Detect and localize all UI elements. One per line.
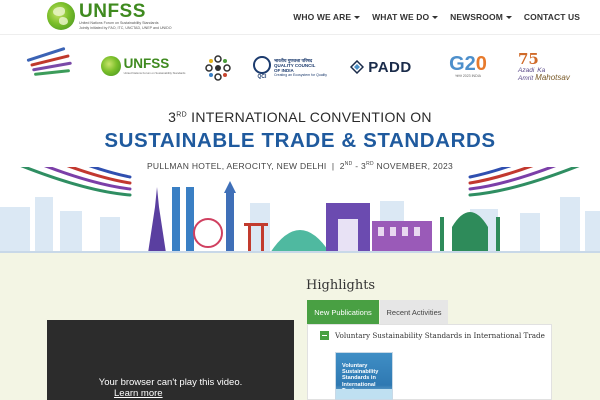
partner-unfss-title: UNFSS [123, 56, 170, 71]
highlights-panel: Voluntary Sustainability Standards in In… [307, 324, 552, 400]
banner-heading-line2: SUSTAINABLE TRADE & STANDARDS [104, 129, 496, 152]
convention-swirl-logo [24, 46, 76, 79]
azadi-number: 75 [518, 49, 539, 68]
padd-mark-icon [350, 60, 365, 74]
nav-newsroom[interactable]: NEWSROOM [444, 12, 518, 22]
padd-text: PADD [368, 58, 412, 76]
tab-new-publications[interactable]: New Publications [307, 300, 379, 324]
network-flower-logo [205, 55, 231, 81]
nav-what-we-do[interactable]: WHAT WE DO [366, 12, 444, 22]
nav-label: NEWSROOM [450, 12, 503, 22]
video-player[interactable]: Your browser can't play this video. Lear… [47, 320, 294, 400]
banner-date-sup1: ND [344, 161, 353, 168]
partner-unfss-sub: United Nations Forum on Sustainability S… [123, 71, 186, 75]
content-section: Your browser can't play this video. Lear… [0, 253, 600, 400]
banner-venue: PULLMAN HOTEL, AEROCITY, NEW DELHI | [146, 161, 340, 171]
unfss-partner-logo: UNFSS United Nations Forum on Sustainabi… [100, 53, 186, 79]
highlights-title: Highlights [306, 278, 376, 293]
nav-who-we-are[interactable]: WHO WE ARE [287, 12, 366, 22]
azadi-word: Azadi [518, 66, 535, 74]
banner-date-rest: NOVEMBER, 2023 [373, 161, 454, 171]
chevron-down-icon [354, 15, 361, 19]
banner-line1-text: INTERNATIONAL CONVENTION ON [186, 109, 432, 125]
logo-subtitle: United Nations Forum on Sustainability S… [79, 21, 159, 25]
cover-bottom-band [336, 389, 392, 399]
logo-title: UNFSS [79, 1, 146, 22]
logo-tagline: Jointly initiated by FAO, ITC, UNCTAD, U… [79, 25, 172, 30]
qci-mark-icon [252, 56, 271, 74]
publication-accordion-header[interactable]: Voluntary Sustainability Standards in In… [320, 331, 545, 340]
globe-icon [100, 56, 121, 76]
banner-date-sep: - 3 [352, 161, 367, 171]
qci-abbr: QCI [257, 74, 267, 80]
logo-text: UNFSS United Nations Forum on Sustainabi… [79, 2, 172, 30]
banner-skyline-illustration [0, 167, 600, 253]
main-nav: WHO WE ARE WHAT WE DO NEWSROOM CONTACT U… [287, 0, 586, 34]
site-header: UNFSS United Nations Forum on Sustainabi… [0, 0, 600, 34]
video-learn-more-link[interactable]: Learn more [114, 388, 163, 399]
publication-title: Voluntary Sustainability Standards in In… [335, 331, 545, 340]
nav-label: WHO WE ARE [293, 12, 352, 22]
padd-logo: PADD [343, 56, 419, 78]
g20-tagline: भारत 2023 INDIA [455, 73, 481, 78]
azadi-mahotsav: Mahotsav [535, 72, 570, 82]
collapse-icon[interactable] [320, 331, 329, 340]
convention-banner[interactable]: 3RD INTERNATIONAL CONVENTION ON SUSTAINA… [0, 95, 600, 253]
video-unsupported-message: Your browser can't play this video. [98, 377, 243, 388]
g20-logo: G20 भारत 2023 INDIA [440, 49, 496, 83]
qci-logo: QCI भारतीय गुणवत्ता परिषद QUALITY COUNCI… [252, 53, 328, 83]
chevron-down-icon [505, 15, 512, 19]
azadi-amrit: Amrit [518, 74, 534, 82]
g20-mark: G20 [449, 52, 487, 75]
banner-ordinal-sup: RD [176, 111, 187, 119]
publication-cover-image[interactable]: Voluntary Sustainability Standards in In… [335, 352, 393, 400]
banner-venue-date: PULLMAN HOTEL, AEROCITY, NEW DELHI | 2ND… [0, 161, 600, 171]
nav-label: CONTACT US [523, 12, 580, 22]
banner-date-sup2: RD [366, 161, 374, 168]
partner-logos-strip: UNFSS United Nations Forum on Sustainabi… [0, 34, 600, 95]
nav-label: WHAT WE DO [372, 12, 430, 22]
globe-icon [47, 2, 75, 30]
tab-recent-activities[interactable]: Recent Activities [380, 300, 448, 324]
banner-heading-line1: 3RD INTERNATIONAL CONVENTION ON [0, 109, 600, 125]
azadi-ka-amrit-mahotsav-logo: 75 Azadi Ka Amrit Mahotsav [518, 49, 576, 83]
unfss-logo[interactable]: UNFSS United Nations Forum on Sustainabi… [47, 2, 172, 32]
chevron-down-icon [432, 15, 439, 19]
nav-contact-us[interactable]: CONTACT US [518, 12, 586, 22]
qci-tagline: Creating an Ecosystem for Quality [273, 73, 328, 78]
